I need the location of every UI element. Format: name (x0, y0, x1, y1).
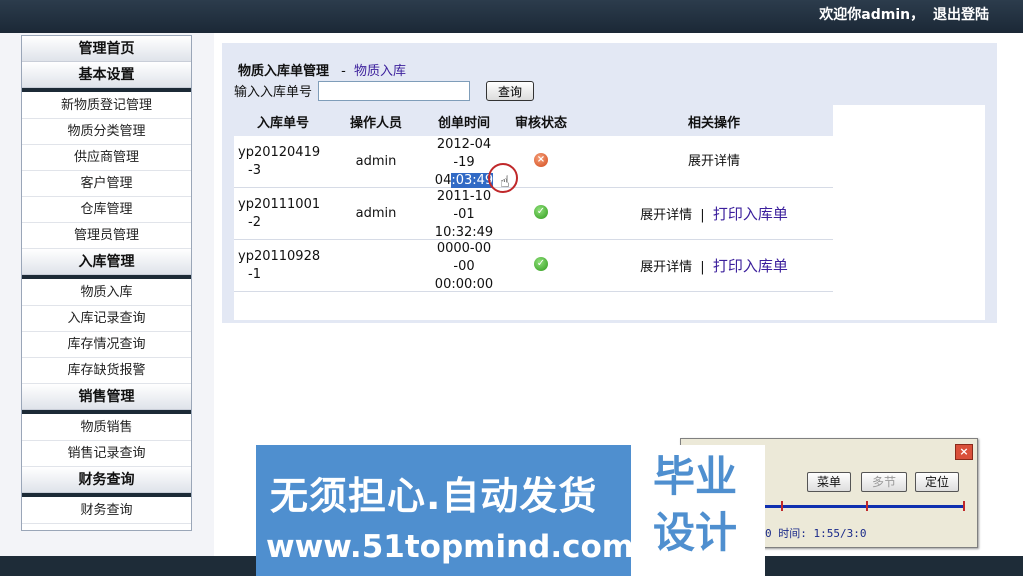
print-inbound-link[interactable]: 打印入库单 (713, 205, 788, 223)
inbound-id-line1: yp20111001 (238, 197, 321, 212)
table-row: yp20111001 -2 admin 2011-10 -01 10:32:49… (234, 188, 833, 240)
expand-details-link[interactable]: 展开详情 (640, 260, 692, 275)
search-row: 输入入库单号 查询 (234, 81, 534, 101)
inbound-id: yp20120419 -3 (238, 144, 321, 180)
inbound-id: yp20111001 -2 (238, 196, 321, 232)
breadcrumb-subtitle: 物质入库 (354, 64, 407, 79)
sidebar-item-customer[interactable]: 客户管理 (22, 171, 191, 197)
time-line2: -00 (453, 259, 475, 274)
query-button[interactable]: 查询 (486, 81, 534, 101)
sidebar-item-stock-alert[interactable]: 库存缺货报警 (22, 358, 191, 384)
logout-link[interactable]: 退出登陆 (933, 7, 989, 23)
page-title: 物质入库单管理 - 物质入库 (238, 60, 406, 79)
sidebar-item-supplier[interactable]: 供应商管理 (22, 145, 191, 171)
col-operator: 操作人员 (349, 116, 402, 131)
sidebar-item-sales-records[interactable]: 销售记录查询 (22, 441, 191, 467)
progress-thumb[interactable] (866, 501, 868, 511)
time-line2: -01 (453, 207, 475, 222)
inbound-id-line1: yp20110928 (238, 249, 321, 264)
table-header: 入库单号 操作人员 创单时间 审核状态 相关操作 (234, 105, 833, 136)
sidebar-item-home[interactable]: 管理首页 (22, 36, 191, 62)
banner-logo-text: 毕业 设计 (637, 449, 753, 561)
playback-time: 0 时间: 1:55/3:0 (765, 527, 867, 540)
time-line3: 00:00:00 (434, 277, 494, 292)
col-actions: 相关操作 (687, 116, 740, 131)
time-selected: :03:49 (451, 173, 494, 188)
col-inbound-id: 入库单号 (256, 116, 309, 131)
progress-marker (781, 501, 783, 511)
hand-cursor-icon: ☝ (500, 172, 510, 191)
operator: admin (355, 206, 397, 221)
col-create-time: 创单时间 (437, 116, 490, 131)
sidebar-group-basic-settings[interactable]: 基本设置 (22, 62, 191, 92)
row-actions: 展开详情 (614, 153, 814, 171)
title-separator: - (341, 64, 346, 79)
sidebar-item-admin[interactable]: 管理员管理 (22, 223, 191, 249)
inbound-id-input[interactable] (318, 81, 470, 101)
page-title-text: 物质入库单管理 (238, 64, 330, 79)
sidebar-item-inbound-records[interactable]: 入库记录查询 (22, 306, 191, 332)
status-approved-icon: ✓ (532, 202, 550, 220)
inbound-id-line2: -2 (248, 215, 261, 230)
time-line1: 0000-00 (436, 241, 492, 256)
col-review-status: 审核状态 (514, 116, 567, 131)
top-bar: 欢迎你admin， 退出登陆 (0, 0, 1023, 33)
sidebar-item-warehouse[interactable]: 仓库管理 (22, 197, 191, 223)
expand-details-link[interactable]: 展开详情 (640, 208, 692, 223)
welcome-text: 欢迎你admin， (819, 7, 925, 23)
progress-track[interactable] (765, 505, 965, 508)
create-time: 0000-00 -00 00:00:00 (424, 240, 504, 294)
create-time: 2011-10 -01 10:32:49 (424, 188, 504, 242)
banner-logo: 毕业 设计 (631, 445, 765, 576)
inbound-table: 入库单号 操作人员 创单时间 审核状态 相关操作 yp20120419 -3 a… (234, 105, 833, 320)
time-line1: 2011-10 (436, 189, 492, 204)
sidebar-group-sales[interactable]: 销售管理 (22, 384, 191, 414)
sidebar-item-category[interactable]: 物质分类管理 (22, 119, 191, 145)
inbound-id: yp20110928 -1 (238, 248, 321, 284)
banner-slogan: 无须担心.自动发货 (270, 474, 598, 518)
logo-line2: 设计 (652, 508, 737, 557)
progress-end-marker (963, 501, 965, 511)
close-icon[interactable]: × (955, 444, 973, 460)
inbound-id-line2: -1 (248, 267, 261, 282)
inbound-id-line2: -3 (248, 163, 261, 178)
sidebar-item-finance-query[interactable]: 财务查询 (22, 498, 191, 524)
locate-button[interactable]: 定位 (915, 472, 959, 492)
sidebar-item-stock-query[interactable]: 库存情况查询 (22, 332, 191, 358)
print-inbound-link[interactable]: 打印入库单 (713, 257, 788, 275)
sidebar-item-new-material[interactable]: 新物质登记管理 (22, 93, 191, 119)
status-rejected-icon: × (532, 150, 550, 168)
operator: admin (355, 154, 397, 169)
sidebar-group-inbound[interactable]: 入库管理 (22, 249, 191, 279)
watermark-banner: 无须担心.自动发货 www.51topmind.com 毕业 设计 (256, 445, 765, 576)
sidebar-group-finance[interactable]: 财务查询 (22, 467, 191, 497)
search-label: 输入入库单号 (234, 85, 313, 100)
sidebar-item-material-sales[interactable]: 物质销售 (22, 415, 191, 441)
right-blank-area (833, 105, 985, 320)
sidebar-item-material-inbound[interactable]: 物质入库 (22, 280, 191, 306)
menu-button[interactable]: 菜单 (807, 472, 851, 492)
row-actions: 展开详情 | 打印入库单 (614, 257, 814, 277)
action-divider: | (700, 208, 705, 223)
status-approved-icon: ✓ (532, 254, 550, 272)
banner-url: www.51topmind.com (266, 529, 635, 565)
table-row: yp20110928 -1 0000-00 -00 00:00:00 ✓ 展开详… (234, 240, 833, 292)
time-line1: 2012-04 (436, 137, 492, 152)
logo-line1: 毕业 (652, 452, 737, 501)
multi-section-button[interactable]: 多节 (861, 472, 907, 492)
action-divider: | (700, 260, 705, 275)
inbound-id-line1: yp20120419 (238, 145, 321, 160)
row-actions: 展开详情 | 打印入库单 (614, 205, 814, 225)
time-hour: 04 (434, 173, 452, 188)
welcome-area: 欢迎你admin， 退出登陆 (815, 4, 989, 24)
sidebar-menu: 管理首页 基本设置 新物质登记管理 物质分类管理 供应商管理 客户管理 仓库管理… (21, 35, 192, 531)
table-row: yp20120419 -3 admin 2012-04 -19 04:03:49… (234, 136, 833, 188)
expand-details-link[interactable]: 展开详情 (688, 154, 740, 169)
